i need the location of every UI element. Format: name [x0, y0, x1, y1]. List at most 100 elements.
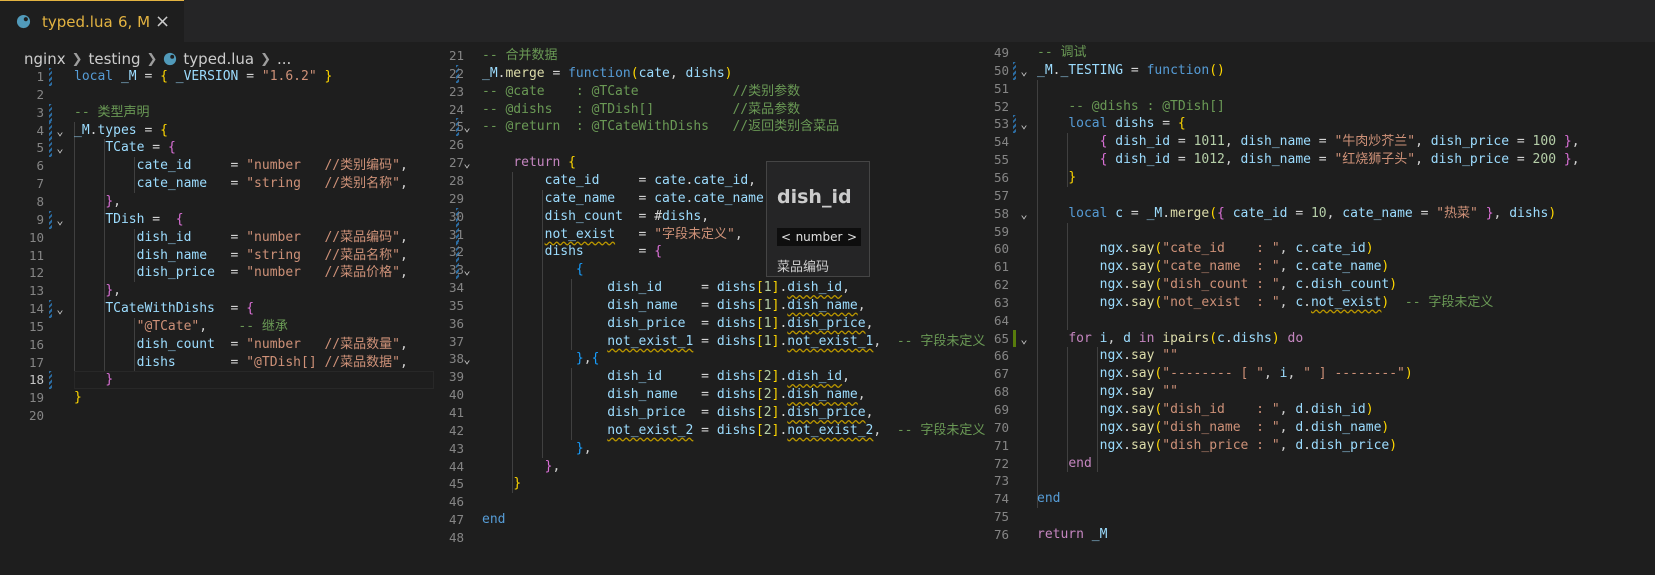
code-line[interactable]: 9 ⌄ TDish = { [0, 211, 430, 229]
code-line[interactable]: 12 dish_price = "number //菜品价格", [0, 264, 430, 282]
fold-chevron-down-icon[interactable]: ⌄ [53, 300, 67, 318]
code-line[interactable]: 44 }, [420, 458, 850, 476]
code-line[interactable]: 34 dish_id = dishs[1].dish_id, [420, 279, 850, 297]
code-line[interactable]: 20 [0, 407, 430, 425]
code-line[interactable]: 53 ⌄ local dishs = { [965, 115, 1655, 133]
code-line[interactable]: 8 }, [0, 193, 430, 211]
code-line[interactable]: 72 end [965, 455, 1655, 473]
code-line[interactable]: 38 ⌄ },{ [420, 350, 850, 368]
code-line[interactable]: 45 } [420, 475, 850, 493]
code-line[interactable]: 2 [0, 86, 430, 104]
fold-chevron-down-icon[interactable]: ⌄ [53, 211, 67, 229]
code-line[interactable]: 35 dish_name = dishs[1].dish_name, [420, 297, 866, 315]
code-line[interactable]: 58 ⌄ local c = _M.merge({ cate_id = 10, c… [965, 205, 1655, 223]
code-line[interactable]: 36 dish_price = dishs[1].dish_price, [420, 315, 873, 333]
fold-chevron-down-icon[interactable]: ⌄ [460, 118, 474, 136]
code-line[interactable]: 24 -- @dishs : @TDish[] //菜品参数 [420, 101, 850, 119]
code-line[interactable]: 68 ngx.say "" [965, 383, 1655, 401]
code-token: 2 [763, 405, 772, 420]
code-line[interactable]: 57 [965, 187, 1655, 205]
code-line[interactable]: 16 dish_count = "number //菜品数量", [0, 336, 430, 354]
code-line[interactable]: 14 ⌄ TCateWithDishs = { [0, 300, 430, 318]
code-line[interactable]: 55 { dish_id = 1012, dish_name = "红烧狮子头"… [965, 151, 1655, 169]
close-icon[interactable]: × [155, 11, 170, 32]
code-line[interactable]: 19} [0, 389, 430, 407]
code-line[interactable]: 26 [420, 136, 850, 154]
tab-typed-lua[interactable]: typed.lua 6, M × [0, 0, 184, 42]
code-line[interactable]: 49 -- 调试 [965, 44, 1655, 62]
code-line[interactable]: 4 ⌄ _M.types = { [0, 122, 430, 140]
code-line[interactable]: 75 [965, 508, 1655, 526]
code-line[interactable]: 64 [965, 312, 1655, 330]
code-line[interactable]: 15 "@TCate", -- 继承 [0, 318, 430, 336]
breadcrumb-symbols[interactable]: ... [277, 50, 291, 68]
fold-chevron-down-icon[interactable]: ⌄ [53, 122, 67, 140]
code-line[interactable]: 10 dish_id = "number //菜品编码", [0, 229, 430, 247]
code-line[interactable]: 70 ngx.say("dish_name : ", d.dish_name) [965, 419, 1655, 437]
code-line[interactable]: 69 ngx.say("dish_id : ", d.dish_id) [965, 401, 1655, 419]
chevron-left-icon[interactable]: < [781, 228, 791, 246]
line-number: 7 [36, 176, 44, 192]
fold-chevron-down-icon[interactable]: ⌄ [460, 261, 474, 279]
code-token: dish_name [1240, 152, 1311, 168]
code-line[interactable]: 50 ⌄ _M._TESTING = function() [965, 62, 1655, 80]
code-line[interactable]: 1 local _M = { _VERSION = "1.6.2" } [0, 68, 430, 86]
code-line[interactable]: 63 ngx.say("not_exist : ", c.not_exist) … [965, 294, 1655, 312]
code-line[interactable]: 76 return _M [965, 526, 1655, 544]
code-line[interactable]: 21 -- 合并数据 [420, 47, 850, 65]
code-line[interactable]: 13 }, [0, 282, 430, 300]
breadcrumb-file[interactable]: typed.lua [183, 50, 254, 68]
editor-pane-middle[interactable]: 21 -- 合并数据 22 _M.merge = function(cate, dis… [420, 47, 985, 551]
code-line[interactable]: 43 }, [420, 440, 850, 458]
fold-chevron-down-icon[interactable]: ⌄ [53, 139, 67, 157]
code-line[interactable]: 40 dish_name = dishs[2].dish_name, [420, 386, 866, 404]
code-line[interactable]: 67 ngx.say("-------- [ ", i, " ] -------… [965, 365, 1655, 383]
code-line[interactable]: 47 end [420, 511, 850, 529]
code-line[interactable]: 39 dish_id = dishs[2].dish_id, [420, 368, 850, 386]
code-line[interactable]: 62 ngx.say("dish_count : ", c.dish_count… [965, 276, 1655, 294]
code-line[interactable]: 51 [965, 80, 1655, 98]
code-token: , [399, 229, 408, 245]
code-line[interactable]: 42 not_exist_2 = dishs[2].not_exist_2, -… [420, 422, 985, 440]
code-line[interactable]: 11 dish_name = "string //菜品名称", [0, 247, 430, 265]
fold-chevron-down-icon[interactable]: ⌄ [1017, 330, 1031, 348]
fold-chevron-down-icon[interactable]: ⌄ [1017, 62, 1031, 80]
code-line[interactable]: 66 ngx.say "" [965, 347, 1655, 365]
fold-chevron-down-icon[interactable]: ⌄ [460, 154, 474, 172]
code-line[interactable]: 41 dish_price = dishs[2].dish_price, [420, 404, 873, 422]
fold-chevron-down-icon[interactable]: ⌄ [1017, 205, 1031, 223]
fold-chevron-down-icon[interactable]: ⌄ [460, 350, 474, 368]
code-line[interactable]: 5 ⌄ TCate = { [0, 139, 430, 157]
code-line[interactable]: 3 -- 类型声明 [0, 104, 430, 122]
code-line[interactable]: 60 ngx.say("cate_id : ", c.cate_id) [965, 240, 1655, 258]
code-line[interactable]: 52 -- @dishs : @TDish[] [965, 98, 1655, 116]
code-line[interactable]: 59 [965, 223, 1655, 241]
code-line[interactable]: 18 } [0, 371, 430, 389]
breadcrumb-nginx[interactable]: nginx [24, 50, 66, 68]
fold-chevron-down-icon[interactable]: ⌄ [1017, 115, 1031, 133]
code-line[interactable]: 23 -- @cate : @TCate //类别参数 [420, 83, 850, 101]
chevron-right-icon[interactable]: > [847, 228, 857, 246]
code-line[interactable]: 73 [965, 472, 1655, 490]
code-line[interactable]: 74 end [965, 490, 1655, 508]
code-line[interactable]: 17 dishs = "@TDish[] //菜品数据", [0, 354, 430, 372]
code-text: TCate = { [74, 139, 175, 157]
code-line[interactable]: 71 ngx.say("dish_price : ", d.dish_price… [965, 437, 1655, 455]
editor-pane-right[interactable]: 49 -- 调试 50 ⌄ _M._TESTING = function() 51 52 -… [965, 44, 1655, 548]
breadcrumb-testing[interactable]: testing [89, 50, 141, 68]
code-line[interactable]: 48 [420, 529, 850, 547]
code-line[interactable]: 37 not_exist_1 = dishs[1].not_exist_1, -… [420, 333, 985, 351]
code-line[interactable]: 61 ngx.say("cate_name : ", c.cate_name) [965, 258, 1655, 276]
code-line[interactable]: 46 [420, 493, 850, 511]
code-line[interactable]: 25 ⌄ -- @return : @TCateWithDishs //返回类别含菜… [420, 118, 850, 136]
code-line[interactable]: 6 cate_id = "number //类别编码", [0, 157, 430, 175]
code-line[interactable]: 7 cate_name = "string //类别名称", [0, 175, 430, 193]
code-text: -- @dishs : @TDish[] //菜品参数 [482, 101, 800, 119]
editor-pane-left[interactable]: 1 local _M = { _VERSION = "1.6.2" } 2 3 -- 类… [0, 68, 434, 429]
code-line[interactable]: 65 ⌄ for i, d in ipairs(c.dishs) do [965, 330, 1655, 348]
code-line[interactable]: 54 { dish_id = 1011, dish_name = "牛肉炒芥兰"… [965, 133, 1655, 151]
code-line[interactable]: 56 } [965, 169, 1655, 187]
code-token: merge [505, 65, 545, 81]
code-line[interactable]: 22 _M.merge = function(cate, dishs) [420, 65, 850, 83]
